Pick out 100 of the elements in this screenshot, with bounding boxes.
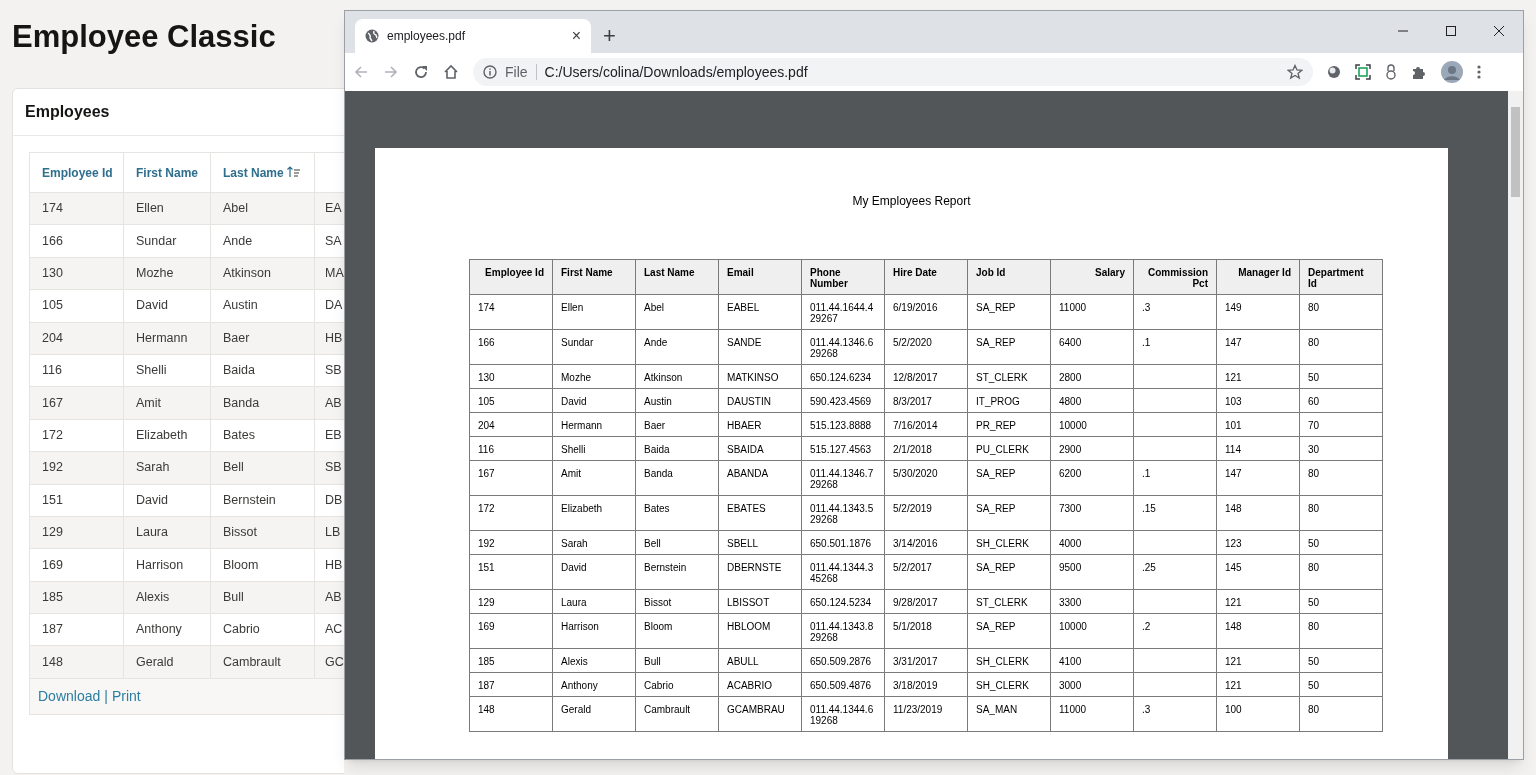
table-cell: Bates: [644, 503, 670, 514]
menu-icon[interactable]: [1477, 65, 1481, 79]
table-cell: Amit: [561, 468, 581, 479]
table-cell: Atkinson: [223, 266, 271, 281]
table-cell: 9/28/2017: [893, 597, 938, 608]
maximize-icon[interactable]: [1445, 25, 1457, 37]
table-cell: 6/19/2016: [893, 302, 938, 313]
table-cell: 167: [478, 468, 495, 479]
table-cell: 50: [1308, 656, 1320, 667]
star-icon[interactable]: [1287, 64, 1303, 80]
table-cell: Ande: [644, 337, 668, 348]
table-cell: 169: [42, 557, 63, 572]
column-header: Last Name: [635, 259, 719, 295]
table-cell: 147: [1225, 468, 1242, 479]
table-cell: SH_CLERK: [976, 538, 1029, 549]
table-cell: 172: [478, 503, 495, 514]
table-cell: 80: [1308, 337, 1320, 348]
table-cell: 7300: [1059, 503, 1082, 514]
table-cell: 204: [42, 330, 63, 345]
table-cell: 011.44.1346.629268: [810, 337, 874, 359]
table-cell: Laura: [561, 597, 587, 608]
table-cell: GC: [325, 654, 344, 669]
table-cell: SA_REP: [976, 562, 1016, 573]
table-cell: Banda: [223, 395, 260, 410]
table-cell: Bates: [223, 428, 255, 443]
table-cell: .1: [1142, 468, 1151, 479]
table-cell: SBAIDA: [727, 444, 764, 455]
table-cell: ABULL: [727, 656, 759, 667]
table-cell: Austin: [223, 298, 258, 313]
table-cell: 10000: [1059, 621, 1087, 632]
table-cell: David: [136, 492, 168, 507]
table-cell: 2900: [1059, 444, 1082, 455]
circle-icon[interactable]: [1327, 65, 1341, 79]
table-cell: Bull: [223, 590, 244, 604]
close-icon[interactable]: [1493, 25, 1505, 37]
table-cell: PR_REP: [976, 420, 1016, 431]
column-header[interactable]: Last Name: [210, 152, 315, 193]
table-cell: 011.44.1344.345268: [810, 562, 874, 584]
table-cell: 3000: [1059, 680, 1082, 691]
table-cell: EB: [325, 428, 342, 443]
table-cell: 650.509.2876: [810, 656, 872, 667]
footer-link[interactable]: Download: [38, 685, 101, 707]
table-cell: Shelli: [561, 444, 586, 455]
table-cell: Bissot: [644, 597, 672, 608]
table-cell: 121: [1225, 372, 1242, 383]
table-cell: 103: [1225, 396, 1242, 407]
report-title: My Employees Report: [852, 194, 971, 208]
table-cell: 192: [478, 538, 495, 549]
table-cell: Abel: [223, 201, 249, 216]
table-cell: 100: [1225, 704, 1242, 715]
table-cell: Harrison: [136, 557, 184, 572]
column-header: Phone Number: [801, 259, 885, 295]
table-cell: Sundar: [136, 233, 177, 248]
table-cell: SBELL: [727, 538, 759, 549]
table-cell: 129: [478, 597, 495, 608]
column-header: Manager Id: [1216, 259, 1300, 295]
table-cell: 650.124.5234: [810, 597, 872, 608]
browser-tab[interactable]: employees.pdf ×: [355, 19, 591, 53]
table-cell: Abel: [644, 302, 664, 313]
table-cell: 011.44.1343.529268: [810, 503, 874, 525]
new-tab-button[interactable]: +: [603, 25, 616, 47]
table-cell: Elizabeth: [136, 428, 188, 443]
lock-icon[interactable]: [1385, 64, 1397, 80]
table-cell: Alexis: [561, 656, 588, 667]
table-cell: 130: [478, 372, 495, 383]
table-cell: Hermann: [561, 420, 603, 431]
scrollbar[interactable]: [1508, 91, 1523, 759]
table-cell: 11/23/2019: [893, 704, 943, 715]
column-header[interactable]: Employee Id: [29, 152, 124, 193]
table-cell: 2/1/2018: [893, 444, 932, 455]
table-cell: 50: [1308, 597, 1320, 608]
table-cell: 5/1/2018: [893, 621, 932, 632]
table-cell: 148: [478, 704, 495, 715]
link-separator: |: [104, 686, 108, 706]
home-icon[interactable]: [443, 64, 459, 80]
table-cell: 12/8/2017: [893, 372, 938, 383]
table-cell: SANDE: [727, 337, 762, 348]
reload-icon[interactable]: [413, 64, 429, 80]
table-cell: 147: [1225, 337, 1242, 348]
close-tab-button[interactable]: ×: [571, 28, 581, 44]
table-cell: 129: [42, 525, 63, 540]
table-cell: SA_REP: [976, 302, 1016, 313]
footer-link[interactable]: Print: [111, 685, 141, 707]
screenshot-frame-icon[interactable]: [1355, 64, 1371, 80]
table-cell: 50: [1308, 538, 1320, 549]
address-bar[interactable]: File C:/Users/colina/Downloads/employees.pdf: [473, 58, 1313, 86]
table-cell: DAUSTIN: [727, 396, 771, 407]
table-cell: 60: [1308, 396, 1320, 407]
table-cell: 3/14/2016: [893, 538, 938, 549]
table-cell: 166: [42, 233, 63, 248]
table-cell: Cabrio: [644, 680, 674, 691]
table-cell: DBERNSTE: [727, 562, 782, 573]
table-cell: 151: [478, 562, 495, 573]
avatar-icon[interactable]: [1441, 61, 1463, 83]
table-cell: SA_REP: [976, 503, 1016, 514]
table-cell: 515.123.8888: [810, 420, 872, 431]
puzzle-icon[interactable]: [1411, 64, 1427, 80]
scrollbar-thumb[interactable]: [1511, 107, 1520, 197]
column-header[interactable]: First Name: [123, 152, 211, 193]
table-cell: .2: [1142, 621, 1151, 632]
